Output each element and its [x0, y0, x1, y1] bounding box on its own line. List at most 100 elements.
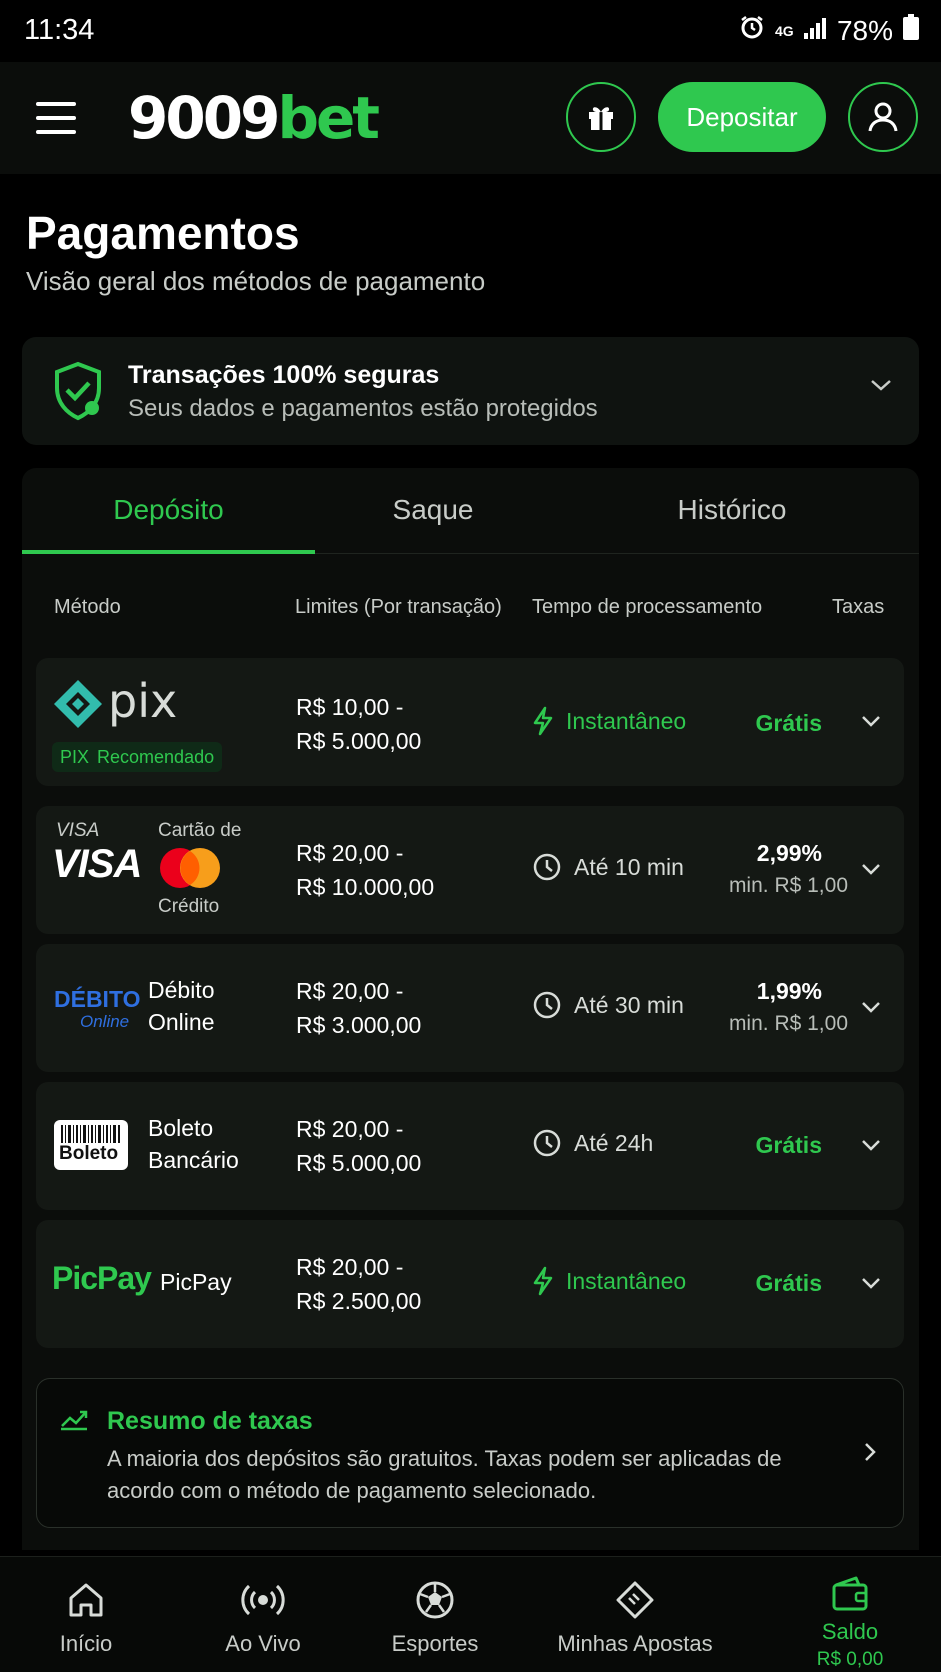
chevron-down-icon[interactable]: [860, 1000, 882, 1019]
method-name: Débito Online: [148, 977, 215, 1035]
battery-percent: 78%: [836, 14, 893, 46]
active-tab-indicator: [22, 550, 315, 554]
fee-minimum: min. R$ 1,00: [728, 1012, 848, 1035]
nav-item-home[interactable]: Início: [36, 1557, 136, 1672]
chevron-down-icon[interactable]: [860, 862, 882, 881]
processing-time: Até 24h: [532, 1128, 653, 1158]
column-header-time: Tempo de processamento: [532, 596, 763, 618]
fees-summary-title: Resumo de taxas: [107, 1407, 313, 1435]
limit-max: R$ 5.000,00: [296, 728, 422, 754]
signal-icon: [803, 15, 827, 47]
chevron-right-icon[interactable]: [863, 1441, 877, 1468]
method-name: Boleto Bancário: [148, 1115, 239, 1173]
chevron-down-icon[interactable]: [860, 714, 882, 733]
limit-min: R$ 20,00 -: [296, 1254, 404, 1280]
page-title: Pagamentos: [26, 207, 300, 259]
brand-logo[interactable]: 9009bet: [128, 84, 380, 152]
gift-icon: [589, 107, 613, 130]
method-row-boleto[interactable]: Boleto Boleto Bancário R$ 20,00 - R$ 5.0…: [36, 1082, 904, 1210]
card-name-top: Cartão de: [158, 820, 242, 841]
recommended-badge: PIX Recomendado: [52, 742, 223, 772]
badge-code: PIX: [60, 746, 90, 767]
gift-button[interactable]: [566, 82, 636, 152]
security-subtitle: Seus dados e pagamentos estão protegidos: [128, 395, 598, 422]
security-title: Transações 100% seguras: [128, 361, 440, 389]
fee-value: Grátis: [755, 710, 822, 736]
pix-logo-text: pix: [108, 674, 178, 728]
chart-trend-icon: [59, 1407, 89, 1438]
fee-value: Grátis: [755, 1270, 822, 1296]
fee-value: 1,99%: [756, 978, 822, 1004]
shield-check-icon: [52, 361, 104, 426]
lightning-icon: [533, 706, 553, 736]
tab-history[interactable]: Histórico: [582, 494, 882, 526]
limit-min: R$ 20,00 -: [296, 1116, 404, 1142]
tab-withdraw[interactable]: Saque: [315, 494, 551, 526]
status-bar: 11:34 4G 78%: [0, 0, 941, 62]
mastercard-icon: [160, 848, 220, 888]
boleto-logo: Boleto: [54, 1120, 128, 1170]
method-row-debit-online[interactable]: DÉBITO Online Débito Online R$ 20,00 - R…: [36, 944, 904, 1072]
column-header-fees: Taxas: [832, 596, 885, 618]
chevron-down-icon[interactable]: [860, 1276, 882, 1295]
debit-logo-bottom: Online: [80, 1012, 130, 1031]
clock-icon: [533, 991, 561, 1019]
app-header: 9009bet Depositar: [0, 62, 941, 174]
pix-logo: pix: [52, 674, 202, 734]
limit-max: R$ 3.000,00: [296, 1012, 422, 1038]
processing-time: Instantâneo: [532, 706, 686, 736]
picpay-logo: PicPay: [52, 1260, 152, 1296]
soccer-ball-icon: [415, 1577, 455, 1623]
fees-summary-text: A maioria dos depósitos são gratuitos. T…: [107, 1446, 782, 1503]
chevron-down-icon[interactable]: [860, 1138, 882, 1157]
visa-small-label: VISA: [56, 820, 100, 841]
nav-item-my-bets[interactable]: Minhas Apostas: [552, 1557, 718, 1672]
profile-button[interactable]: [848, 82, 918, 152]
card-name-bottom: Crédito: [158, 896, 220, 917]
clock-icon: [533, 1129, 561, 1157]
security-card[interactable]: Transações 100% seguras Seus dados e pag…: [22, 337, 919, 445]
ticket-icon: [615, 1577, 655, 1623]
deposit-button[interactable]: Depositar: [658, 82, 826, 152]
lightning-icon: [533, 1266, 553, 1296]
clock-icon: [533, 853, 561, 881]
status-time: 11:34: [24, 14, 95, 46]
home-icon: [66, 1577, 106, 1623]
method-row-pix[interactable]: pix PIX Recomendado R$ 10,00 - R$ 5.000,…: [36, 658, 904, 786]
visa-logo: VISA: [52, 842, 142, 886]
method-row-picpay[interactable]: PicPay PicPay R$ 20,00 - R$ 2.500,00 Ins…: [36, 1220, 904, 1348]
processing-time: Instantâneo: [532, 1266, 686, 1296]
balance-value: R$ 0,00: [816, 1649, 884, 1670]
user-icon: [868, 102, 898, 132]
battery-icon: [903, 14, 919, 47]
tab-deposit[interactable]: Depósito: [22, 494, 315, 526]
method-name: PicPay: [160, 1269, 232, 1295]
page-subtitle: Visão geral dos métodos de pagamento: [26, 266, 486, 296]
alarm-icon: [739, 14, 765, 47]
chevron-down-icon[interactable]: [869, 377, 893, 398]
bottom-navigation: Início Ao Vivo Esportes Minhas Apostas S…: [0, 1556, 941, 1672]
limit-max: R$ 2.500,00: [296, 1288, 422, 1314]
nav-item-balance[interactable]: Saldo R$ 0,00: [800, 1557, 900, 1672]
live-icon: [241, 1577, 285, 1623]
column-header-limits: Limites (Por transação): [295, 596, 502, 618]
barcode-icon: [61, 1125, 120, 1143]
limit-max: R$ 10.000,00: [296, 874, 435, 900]
nav-item-sports[interactable]: Esportes: [380, 1557, 490, 1672]
network-type: 4G: [774, 22, 794, 39]
limit-max: R$ 5.000,00: [296, 1150, 422, 1176]
menu-icon[interactable]: [36, 102, 76, 134]
limit-min: R$ 20,00 -: [296, 978, 404, 1004]
method-row-credit-card[interactable]: VISA VISA Cartão de Crédito R$ 20,00 - R…: [36, 806, 904, 934]
fees-summary-card[interactable]: Resumo de taxas A maioria dos depósitos …: [36, 1378, 904, 1528]
limit-min: R$ 10,00 -: [296, 694, 404, 720]
badge-label: Recomendado: [97, 746, 215, 767]
nav-item-live[interactable]: Ao Vivo: [208, 1557, 318, 1672]
column-header-method: Método: [54, 596, 121, 618]
wallet-icon: [830, 1571, 870, 1617]
debit-logo-top: DÉBITO: [54, 986, 141, 1012]
limit-min: R$ 20,00 -: [296, 840, 404, 866]
processing-time: Até 10 min: [532, 852, 684, 882]
fee-value: Grátis: [755, 1132, 822, 1158]
tabs: Depósito Saque Histórico: [22, 468, 919, 554]
